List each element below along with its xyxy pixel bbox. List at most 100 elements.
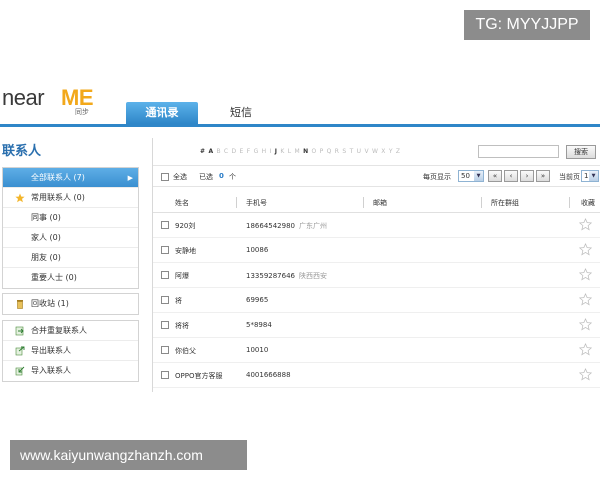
recycle-group: 回收站 (1) <box>2 293 139 315</box>
selected-count: 0 <box>219 172 224 180</box>
alphabet-letter[interactable]: B <box>216 148 223 155</box>
alphabet-letter[interactable]: X <box>381 148 389 155</box>
contact-name[interactable]: 将将 <box>175 321 189 331</box>
sidebar-item-all-contacts[interactable]: 全部联系人 (7) ▶ <box>3 168 138 188</box>
sidebar-item-vip[interactable]: 重要人士 (0) <box>3 268 138 288</box>
table-row[interactable]: 安静地 10086 <box>153 238 600 263</box>
column-divider <box>481 197 482 208</box>
tab-sms[interactable]: 短信 <box>218 102 264 124</box>
table-row[interactable]: 将 69965 <box>153 288 600 313</box>
alphabet-letter[interactable]: P <box>320 148 327 155</box>
merge-duplicates-button[interactable]: 合并重复联系人 <box>3 321 138 341</box>
column-phone[interactable]: 手机号 <box>246 198 267 208</box>
per-page-select[interactable]: 50 ▼ <box>458 170 484 182</box>
contact-name[interactable]: OPPO官方客服 <box>175 371 222 381</box>
alphabet-letter[interactable]: F <box>247 148 254 155</box>
alphabet-letter[interactable]: Z <box>396 148 404 155</box>
favorite-star-icon[interactable] <box>578 343 593 356</box>
current-page-label: 当前页 <box>559 173 580 181</box>
alphabet-letter[interactable]: S <box>342 148 349 155</box>
row-checkbox[interactable] <box>161 296 169 304</box>
contact-phone-cell: 69965 <box>246 296 272 304</box>
row-checkbox[interactable] <box>161 271 169 279</box>
favorite-star-icon[interactable] <box>578 293 593 306</box>
sidebar-item-favorites[interactable]: 常用联系人 (0) <box>3 188 138 208</box>
sidebar-item-label: 合并重复联系人 <box>31 326 87 335</box>
alphabet-index[interactable]: #ABCDEFGHIJKLMNOPQRSTUVWXYZ <box>200 148 403 155</box>
search-input[interactable] <box>478 145 559 158</box>
favorite-star-icon[interactable] <box>578 318 593 331</box>
export-icon <box>15 346 25 356</box>
column-favorite[interactable]: 收藏 <box>581 198 595 208</box>
contact-name[interactable]: 安静地 <box>175 246 196 256</box>
contact-name[interactable]: 将 <box>175 296 182 306</box>
favorite-star-icon[interactable] <box>578 368 593 381</box>
table-row[interactable]: 将将 5*8984 <box>153 313 600 338</box>
alphabet-letter[interactable]: D <box>232 148 240 155</box>
alphabet-letter[interactable]: Q <box>327 148 335 155</box>
last-page-button[interactable]: » <box>536 170 550 182</box>
column-name[interactable]: 姓名 <box>175 198 189 208</box>
prev-page-button[interactable]: ‹ <box>504 170 518 182</box>
column-divider <box>569 197 570 208</box>
alphabet-letter[interactable]: H <box>262 148 270 155</box>
tab-contacts[interactable]: 通讯录 <box>126 102 198 124</box>
import-contacts-button[interactable]: 导入联系人 <box>3 361 138 381</box>
current-page-select[interactable]: 1 ▼ <box>581 170 599 182</box>
row-checkbox[interactable] <box>161 346 169 354</box>
search-button[interactable]: 搜索 <box>566 145 596 159</box>
alphabet-letter[interactable]: Y <box>389 148 396 155</box>
contact-phone-cell: 5*8984 <box>246 321 276 329</box>
contact-location: 广东广州 <box>299 222 327 230</box>
row-checkbox[interactable] <box>161 371 169 379</box>
logo-near-text: near <box>2 85 45 110</box>
export-contacts-button[interactable]: 导出联系人 <box>3 341 138 361</box>
column-email[interactable]: 邮箱 <box>373 198 387 208</box>
column-divider <box>363 197 364 208</box>
alphabet-letter[interactable]: V <box>364 148 372 155</box>
contact-name[interactable]: 你伯父 <box>175 346 196 356</box>
contact-phone-cell: 4001666888 <box>246 371 295 379</box>
table-row[interactable]: 你伯父 10010 <box>153 338 600 363</box>
contact-phone: 69965 <box>246 296 269 304</box>
watermark-bottom: www.kaiyunwangzhanzh.com <box>10 440 247 470</box>
contact-phone: 10010 <box>246 346 269 354</box>
first-page-button[interactable]: « <box>488 170 502 182</box>
sidebar-item-friends[interactable]: 朋友 (0) <box>3 248 138 268</box>
sidebar-title: 联系人 <box>2 144 42 159</box>
table-row[interactable]: OPPO官方客服 4001666888 <box>153 363 600 388</box>
sidebar-item-recycle-bin[interactable]: 回收站 (1) <box>3 294 138 314</box>
next-page-button[interactable]: › <box>520 170 534 182</box>
select-all-checkbox[interactable] <box>161 173 169 181</box>
sidebar-item-label: 导入联系人 <box>31 366 71 375</box>
alphabet-letter[interactable]: C <box>224 148 232 155</box>
alphabet-letter[interactable]: O <box>311 148 319 155</box>
alphabet-letter[interactable]: W <box>372 148 381 155</box>
row-checkbox[interactable] <box>161 321 169 329</box>
table-row[interactable]: 920刘 18664542980 广东广州 <box>153 213 600 238</box>
sidebar-item-family[interactable]: 家人 (0) <box>3 228 138 248</box>
row-checkbox[interactable] <box>161 221 169 229</box>
contact-phone-cell: 13359287646 陕西西安 <box>246 271 327 281</box>
sidebar-item-label: 同事 (0) <box>31 213 61 222</box>
alphabet-letter[interactable]: K <box>280 148 287 155</box>
sidebar-item-label: 导出联系人 <box>31 346 71 355</box>
alphabet-letter[interactable]: T <box>350 148 357 155</box>
selected-label: 已选 <box>199 173 213 181</box>
select-all-label[interactable]: 全选 <box>173 172 187 182</box>
alphabet-letter[interactable]: E <box>240 148 247 155</box>
contact-name[interactable]: 阿爆 <box>175 271 189 281</box>
table-row[interactable]: 阿爆 13359287646 陕西西安 <box>153 263 600 288</box>
row-checkbox[interactable] <box>161 246 169 254</box>
sidebar-item-colleagues[interactable]: 同事 (0) <box>3 208 138 228</box>
contact-phone-cell: 18664542980 广东广州 <box>246 221 327 231</box>
alphabet-letter[interactable]: G <box>254 148 262 155</box>
favorite-star-icon[interactable] <box>578 268 593 281</box>
contact-name[interactable]: 920刘 <box>175 221 195 231</box>
chevron-down-icon: ▼ <box>474 171 483 181</box>
contact-phone: 5*8984 <box>246 321 272 329</box>
favorite-star-icon[interactable] <box>578 243 593 256</box>
favorite-star-icon[interactable] <box>578 218 593 231</box>
column-group[interactable]: 所在群组 <box>491 198 519 208</box>
alphabet-letter[interactable]: M <box>294 148 303 155</box>
